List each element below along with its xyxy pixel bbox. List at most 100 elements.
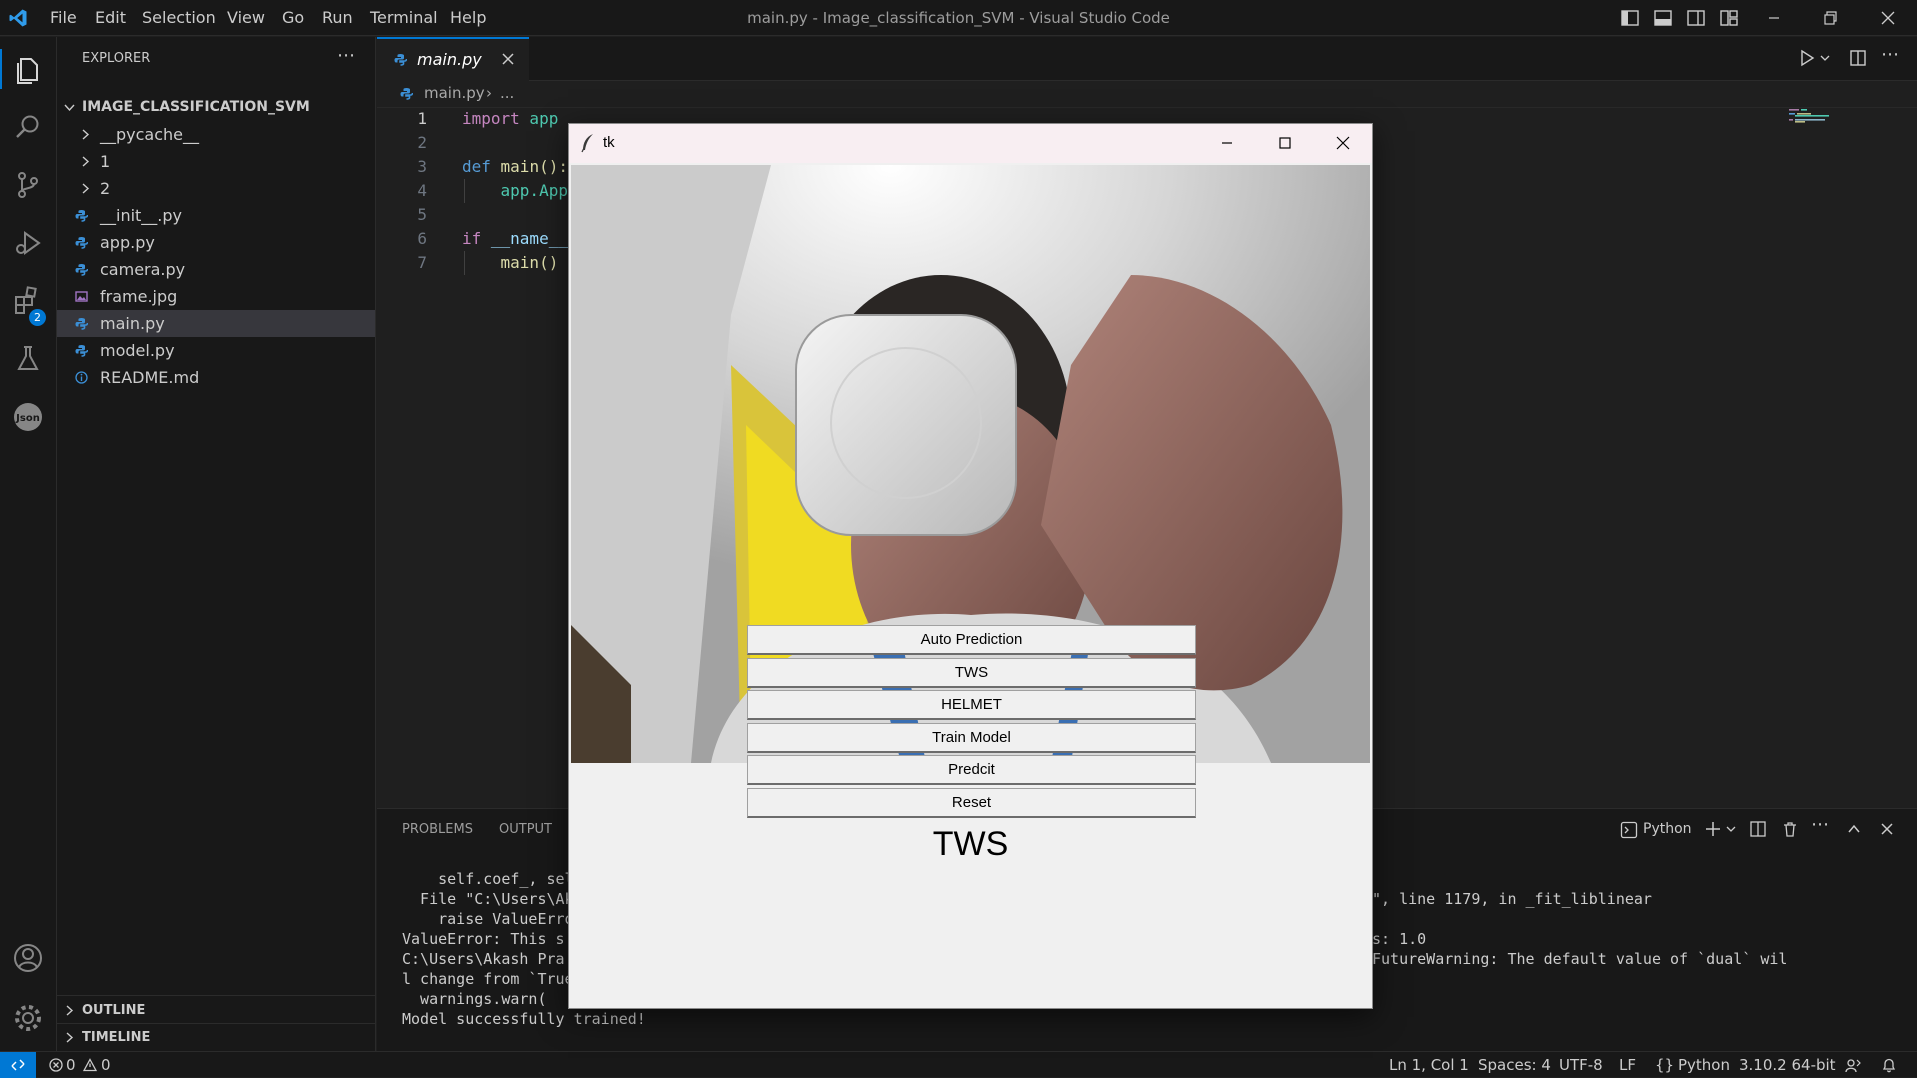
search-icon[interactable] — [12, 111, 44, 143]
warning-count[interactable]: 0 — [101, 1052, 111, 1078]
indent-guide — [464, 251, 465, 275]
tk-maximize-icon[interactable] — [1275, 133, 1295, 153]
end-of-line[interactable]: LF — [1619, 1052, 1636, 1078]
tree-item-camera-py[interactable]: camera.py — [57, 256, 375, 283]
tk-title-bar[interactable]: tk — [569, 124, 1372, 163]
more-actions-icon[interactable]: ⋯ — [1811, 814, 1829, 835]
close-tab-icon[interactable] — [501, 52, 515, 66]
accounts-icon[interactable] — [12, 942, 44, 974]
python-file-icon — [400, 88, 413, 100]
toggle-secondary-sidebar-icon[interactable] — [1686, 8, 1706, 28]
tree-item-main-py[interactable]: main.py — [57, 310, 375, 337]
toggle-panel-icon[interactable] — [1653, 8, 1673, 28]
run-file-icon[interactable] — [1798, 49, 1816, 67]
split-editor-icon[interactable] — [1849, 49, 1867, 67]
remote-indicator[interactable] — [0, 1052, 36, 1078]
extensions-badge: 2 — [29, 309, 46, 326]
menu-selection[interactable]: Selection — [142, 0, 216, 36]
testing-icon[interactable] — [12, 343, 44, 375]
error-count[interactable]: 0 — [66, 1052, 76, 1078]
tree-item-label: main.py — [100, 314, 165, 333]
tk-minimize-icon[interactable] — [1217, 133, 1237, 153]
vscode-logo-icon — [9, 9, 27, 27]
tree-item-folder-1[interactable]: 1 — [57, 148, 375, 175]
activity-bar: 2 Json — [0, 37, 57, 1051]
tab-problems[interactable]: PROBLEMS — [402, 822, 473, 837]
terminal-line: ", line 1179, in _fit_liblinear — [1372, 890, 1652, 908]
language-mode[interactable]: Python — [1678, 1052, 1730, 1078]
breadcrumb-separator: › — [486, 84, 492, 102]
terminal-line: File "C:\Users\Ak — [402, 890, 574, 908]
error-icon[interactable] — [49, 1058, 63, 1072]
cursor-position[interactable]: Ln 1, Col 1 — [1389, 1052, 1469, 1078]
tree-item-folder-2[interactable]: 2 — [57, 175, 375, 202]
helmet-button[interactable]: HELMET — [747, 690, 1196, 720]
json-extension-icon[interactable]: Json — [12, 401, 44, 433]
breadcrumb-rest[interactable]: ... — [500, 84, 514, 102]
python-file-icon — [75, 345, 88, 357]
feedback-icon[interactable] — [1845, 1057, 1861, 1073]
notifications-bell-icon[interactable] — [1881, 1057, 1897, 1073]
menu-run[interactable]: Run — [322, 0, 353, 36]
tree-item-init-py[interactable]: __init__.py — [57, 202, 375, 229]
terminal-line: s: 1.0 — [1372, 930, 1427, 948]
tree-item-readme[interactable]: README.md — [57, 364, 375, 391]
tab-output[interactable]: OUTPUT — [499, 822, 552, 837]
restore-icon[interactable] — [1820, 8, 1840, 28]
menu-edit[interactable]: Edit — [95, 0, 126, 36]
customize-layout-icon[interactable] — [1719, 8, 1739, 28]
split-terminal-icon[interactable] — [1749, 820, 1767, 838]
auto-prediction-button[interactable]: Auto Prediction — [747, 625, 1196, 655]
tree-item-model-py[interactable]: model.py — [57, 337, 375, 364]
close-window-icon[interactable] — [1878, 8, 1898, 28]
tk-app-window: tk Auto Prediction TWS HELMET Train Mode… — [568, 123, 1373, 1009]
trash-icon[interactable] — [1781, 820, 1799, 838]
tree-item-pycache[interactable]: __pycache__ — [57, 121, 375, 148]
tk-close-icon[interactable] — [1333, 133, 1353, 153]
status-bar: 0 0 Ln 1, Col 1 Spaces: 4 UTF-8 LF {} Py… — [0, 1051, 1917, 1078]
menu-help[interactable]: Help — [450, 0, 486, 36]
toggle-primary-sidebar-icon[interactable] — [1620, 8, 1640, 28]
folder-root[interactable]: IMAGE_CLASSIFICATION_SVM — [57, 94, 375, 121]
timeline-section[interactable]: TIMELINE — [57, 1024, 375, 1051]
warning-icon[interactable] — [83, 1058, 97, 1072]
source-control-icon[interactable] — [12, 169, 44, 201]
close-panel-icon[interactable] — [1879, 821, 1895, 837]
terminal-name[interactable]: Python — [1643, 821, 1692, 837]
menu-go[interactable]: Go — [282, 0, 304, 36]
explorer-icon[interactable] — [12, 53, 44, 85]
line-number: 2 — [417, 133, 427, 152]
tree-item-app-py[interactable]: app.py — [57, 229, 375, 256]
train-model-button[interactable]: Train Model — [747, 723, 1196, 753]
python-interpreter[interactable]: 3.10.2 64-bit — [1739, 1052, 1836, 1078]
more-actions-icon[interactable]: ⋯ — [1881, 44, 1899, 65]
tree-item-label: __pycache__ — [100, 125, 200, 144]
menu-terminal[interactable]: Terminal — [370, 0, 438, 36]
tws-button[interactable]: TWS — [747, 658, 1196, 688]
breadcrumb-file[interactable]: main.py — [424, 84, 485, 102]
menu-file[interactable]: File — [50, 0, 77, 36]
code-line: import app — [462, 107, 558, 131]
outline-section[interactable]: OUTLINE — [57, 997, 375, 1024]
chevron-down-icon[interactable] — [1820, 53, 1830, 63]
editor-tabs: main.py ⋯ — [377, 37, 1917, 81]
encoding[interactable]: UTF-8 — [1559, 1052, 1603, 1078]
tree-item-label: 2 — [100, 179, 111, 198]
tree-item-label: __init__.py — [100, 206, 183, 225]
tab-main-py[interactable]: main.py — [377, 37, 529, 81]
manage-gear-icon[interactable] — [12, 1002, 44, 1034]
chevron-right-icon — [66, 1005, 74, 1016]
minimap[interactable] — [1787, 107, 1847, 127]
terminal-line: raise ValueErro — [402, 910, 574, 928]
indentation[interactable]: Spaces: 4 — [1478, 1052, 1551, 1078]
maximize-panel-icon[interactable] — [1846, 821, 1862, 837]
new-terminal-icon[interactable] — [1704, 820, 1722, 838]
menu-view[interactable]: View — [227, 0, 265, 36]
predict-button[interactable]: Predcit — [747, 755, 1196, 785]
chevron-down-icon[interactable] — [1726, 824, 1736, 834]
tree-item-frame-jpg[interactable]: frame.jpg — [57, 283, 375, 310]
reset-button[interactable]: Reset — [747, 788, 1196, 818]
minimize-icon[interactable] — [1764, 8, 1784, 28]
run-debug-icon[interactable] — [12, 227, 44, 259]
more-actions-icon[interactable]: ⋯ — [337, 45, 355, 66]
